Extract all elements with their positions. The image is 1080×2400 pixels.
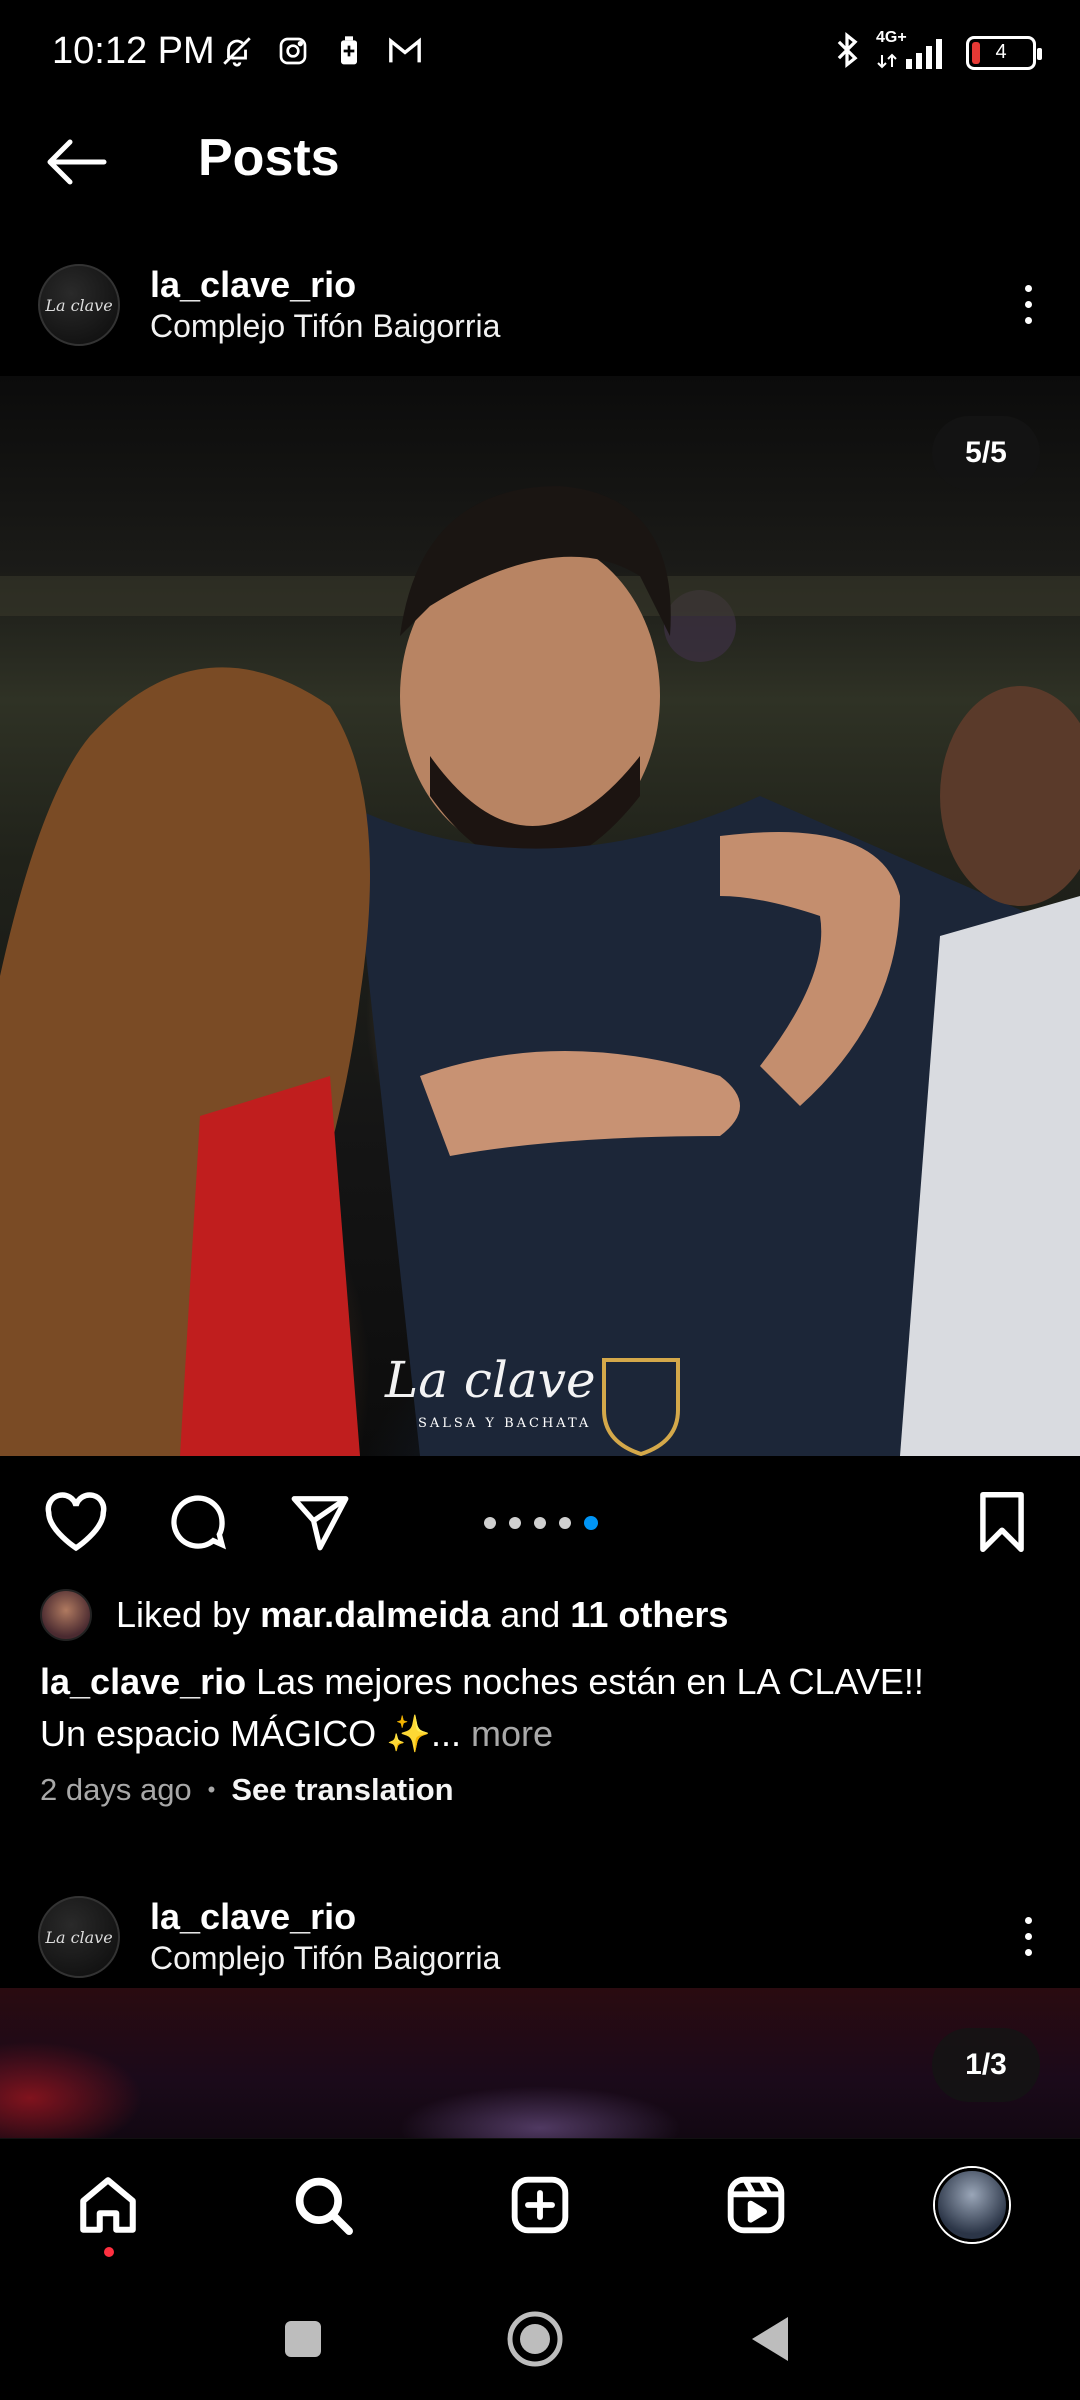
battery-saver-icon bbox=[330, 32, 368, 70]
battery-indicator: 4 bbox=[966, 35, 1042, 70]
heart-icon bbox=[45, 1492, 107, 1552]
likes-row[interactable]: Liked by mar.dalmeida and 11 others bbox=[40, 1588, 728, 1642]
caption-text-line2: Un espacio MÁGICO ✨... bbox=[40, 1713, 461, 1754]
bluetooth-icon bbox=[834, 30, 860, 75]
post-image[interactable]: 5/5 La clave SALSA Y BACHATA bbox=[0, 376, 1080, 1456]
status-time: 10:12 PM bbox=[52, 30, 215, 72]
liker-username[interactable]: mar.dalmeida bbox=[260, 1594, 490, 1635]
likes-text: Liked by mar.dalmeida and 11 others bbox=[116, 1594, 728, 1636]
avatar-logo: La clave bbox=[45, 1927, 113, 1947]
comment-button[interactable] bbox=[162, 1486, 234, 1558]
status-notification-icons bbox=[218, 32, 424, 70]
recent-apps-button[interactable] bbox=[268, 2304, 338, 2374]
liker-avatar bbox=[40, 1589, 92, 1641]
status-bar: 10:12 PM 4G+ 4 bbox=[0, 0, 1080, 104]
search-icon bbox=[295, 2177, 353, 2235]
nav-home[interactable] bbox=[68, 2165, 148, 2245]
reels-icon bbox=[727, 2176, 785, 2234]
home-system-button[interactable] bbox=[500, 2304, 570, 2374]
notification-dot bbox=[104, 2247, 114, 2257]
arrow-left-icon bbox=[47, 139, 107, 185]
square-icon bbox=[285, 2321, 321, 2357]
photo-illustration bbox=[0, 486, 1080, 1456]
caption-username[interactable]: la_clave_rio bbox=[40, 1661, 246, 1702]
post-actions bbox=[0, 1456, 1080, 1576]
nav-create[interactable] bbox=[500, 2165, 580, 2245]
comment-icon bbox=[171, 1495, 227, 1550]
post-username[interactable]: la_clave_rio bbox=[150, 264, 356, 306]
avatar[interactable]: La clave bbox=[38, 264, 120, 346]
caption-text-line1: Las mejores noches están en LA CLAVE!! bbox=[246, 1661, 924, 1702]
status-system-icons: 4G+ 4 bbox=[834, 29, 1042, 75]
signal-icon: 4G+ bbox=[876, 29, 950, 73]
post-meta: 2 days ago • See translation bbox=[40, 1772, 454, 1808]
carousel-counter: 1/3 bbox=[932, 2028, 1040, 2102]
like-button[interactable] bbox=[40, 1486, 112, 1558]
avatar[interactable]: La clave bbox=[38, 1896, 120, 1978]
post-location[interactable]: Complejo Tifón Baigorria bbox=[150, 308, 500, 345]
triangle-back-icon bbox=[752, 2317, 788, 2361]
post-image[interactable]: 1/3 bbox=[0, 1988, 1080, 2138]
post-location[interactable]: Complejo Tifón Baigorria bbox=[150, 1940, 500, 1977]
top-app-bar: Posts bbox=[0, 104, 1080, 214]
post-caption: la_clave_rio Las mejores noches están en… bbox=[40, 1656, 1040, 1760]
system-navigation-bar bbox=[0, 2270, 1080, 2400]
post-options-button[interactable] bbox=[1000, 274, 1056, 334]
likes-and: and bbox=[490, 1594, 571, 1635]
share-button[interactable] bbox=[284, 1486, 356, 1558]
likes-prefix: Liked by bbox=[116, 1594, 261, 1635]
post-timestamp: 2 days ago bbox=[40, 1772, 192, 1807]
post-options-button[interactable] bbox=[1000, 1906, 1056, 1966]
page-title: Posts bbox=[198, 129, 340, 187]
watermark-subtitle: SALSA Y BACHATA bbox=[418, 1416, 592, 1431]
battery-level: 4 bbox=[995, 41, 1007, 63]
nav-search[interactable] bbox=[283, 2165, 363, 2245]
carousel-counter: 5/5 bbox=[932, 416, 1040, 490]
likes-others[interactable]: 11 others bbox=[570, 1594, 728, 1635]
instagram-icon bbox=[274, 32, 312, 70]
send-icon bbox=[291, 1496, 349, 1551]
add-square-icon bbox=[511, 2176, 569, 2234]
caption-more-link[interactable]: more bbox=[461, 1713, 553, 1754]
save-button[interactable] bbox=[966, 1486, 1038, 1558]
bell-muted-icon bbox=[218, 32, 256, 70]
bookmark-icon bbox=[980, 1492, 1024, 1552]
back-button[interactable] bbox=[40, 126, 112, 198]
meta-separator: • bbox=[207, 1777, 216, 1802]
post-header: La clave la_clave_rio Complejo Tifón Bai… bbox=[0, 1878, 1080, 1988]
watermark-logo: La clave bbox=[385, 1351, 596, 1409]
gmail-icon bbox=[386, 32, 424, 70]
nav-reels[interactable] bbox=[716, 2165, 796, 2245]
home-icon bbox=[80, 2177, 136, 2233]
nav-profile[interactable] bbox=[932, 2165, 1012, 2245]
post-username[interactable]: la_clave_rio bbox=[150, 1896, 356, 1938]
bottom-navigation bbox=[0, 2138, 1080, 2270]
avatar-logo: La clave bbox=[45, 295, 113, 315]
see-translation-link[interactable]: See translation bbox=[231, 1772, 453, 1808]
shield-emblem-icon bbox=[602, 1358, 680, 1456]
profile-avatar bbox=[935, 2168, 1009, 2242]
post-header: La clave la_clave_rio Complejo Tifón Bai… bbox=[0, 246, 1080, 356]
circle-icon bbox=[507, 2311, 563, 2367]
back-system-button[interactable] bbox=[735, 2304, 805, 2374]
carousel-indicator bbox=[484, 1516, 598, 1530]
